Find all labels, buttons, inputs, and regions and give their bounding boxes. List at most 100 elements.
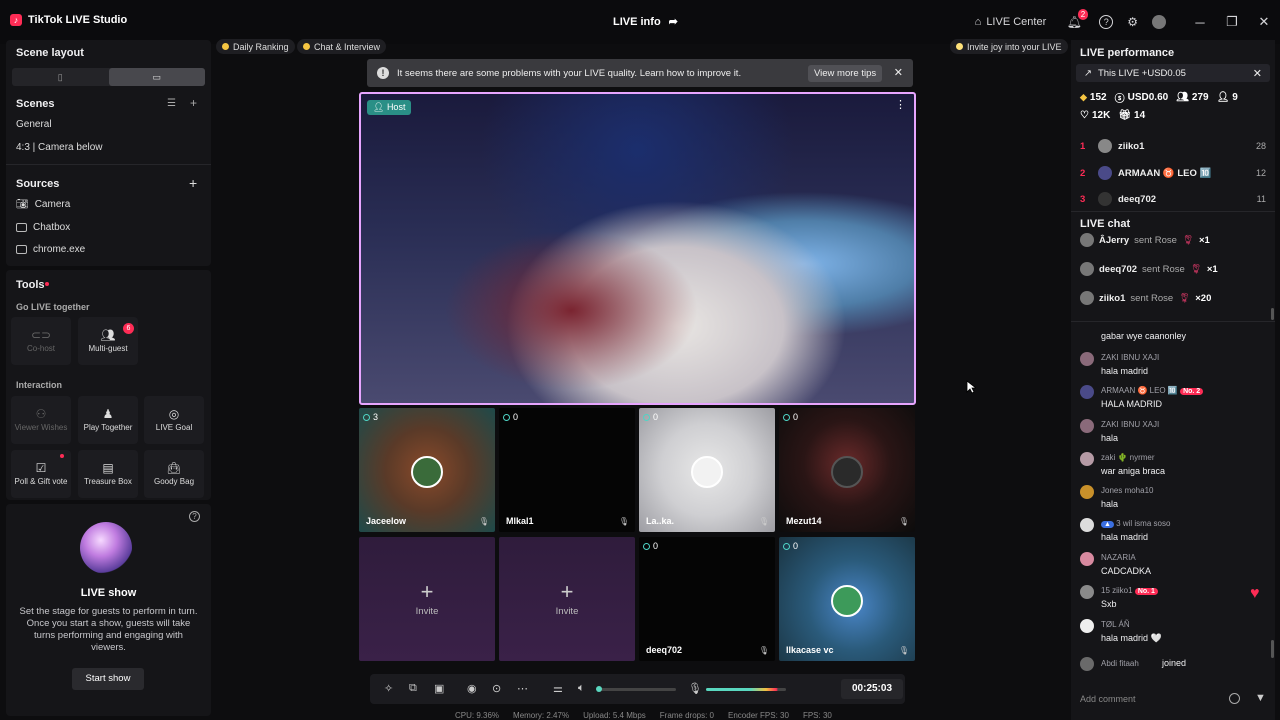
- live-info-button[interactable]: LIVE info ➦: [613, 15, 678, 29]
- mic-icon[interactable]: 🎙︎: [759, 517, 769, 526]
- invite-joy-pill[interactable]: Invite joy into your LIVE: [950, 39, 1068, 54]
- view-more-tips-button[interactable]: View more tips: [808, 65, 883, 82]
- chat-interview-pill[interactable]: Chat & Interview: [297, 39, 387, 54]
- rank-badge: No. 2: [1180, 388, 1204, 395]
- interaction-label: Interaction: [16, 380, 63, 390]
- help-icon[interactable]: ?: [1099, 15, 1114, 29]
- live-timer: 00:25:03: [841, 679, 903, 699]
- maximize-icon[interactable]: ❐: [1216, 14, 1248, 30]
- live-show-help-icon[interactable]: ?: [189, 511, 200, 522]
- start-show-button[interactable]: Start show: [72, 668, 144, 690]
- guest-count: 0: [503, 412, 518, 422]
- source-item-camera[interactable]: 📷︎ Camera: [16, 199, 70, 210]
- add-comment-input[interactable]: Add comment: [1076, 688, 1248, 710]
- rank-name: ARMAAN ♉ LEO 🔟: [1118, 167, 1212, 179]
- record-icon[interactable]: ◉: [467, 682, 477, 695]
- this-live-text: This LIVE +USD0.05: [1097, 67, 1186, 79]
- avatar: [1080, 585, 1094, 599]
- this-live-banner[interactable]: ↗ This LIVE +USD0.05 ✕: [1076, 64, 1270, 82]
- live-chat-title: LIVE chat: [1080, 218, 1131, 230]
- viewer-icon: [783, 413, 790, 421]
- filter-icon[interactable]: ▼: [1255, 692, 1266, 704]
- host-more-icon[interactable]: ⋮: [895, 98, 906, 111]
- play-together-tile[interactable]: ♟ Play Together: [78, 396, 138, 444]
- gift-user: deeq702: [1099, 263, 1138, 275]
- replay-icon[interactable]: ⊙: [492, 682, 501, 695]
- guest-tile[interactable]: 0 Mezut14 🎙︎: [779, 408, 915, 532]
- warning-icon: !: [377, 67, 389, 79]
- invite-slot[interactable]: + Invite: [359, 537, 495, 661]
- guest-count: 0: [783, 412, 798, 422]
- portrait-layout-button[interactable]: ▯: [12, 68, 109, 86]
- scene-item-camera-below[interactable]: 4:3 | Camera below: [16, 142, 103, 153]
- this-live-close-icon[interactable]: ✕: [1253, 67, 1262, 80]
- guest-tile[interactable]: 0 Ilkacase vc 🎙︎: [779, 537, 915, 661]
- gift-icon: 🎁︎: [1118, 110, 1132, 121]
- emoji-icon[interactable]: [1229, 693, 1240, 704]
- audio-settings-icon[interactable]: ⚌: [553, 682, 563, 695]
- cohost-tile[interactable]: ⊂⊃ Co-host: [11, 317, 71, 365]
- host-video[interactable]: 👤︎ Host ⋮: [359, 92, 916, 405]
- scene-item-general[interactable]: General: [16, 119, 52, 130]
- chat-text: hala madrid 🤍: [1101, 633, 1162, 643]
- ranking-row[interactable]: 3 deeq702 11: [1080, 192, 1266, 206]
- live-goal-tile[interactable]: ◎ LIVE Goal: [144, 396, 204, 444]
- treasure-box-tile[interactable]: ▤ Treasure Box: [78, 450, 138, 498]
- list-icon[interactable]: ☰: [167, 98, 176, 109]
- settings-gear-icon[interactable]: ⚙: [1127, 15, 1138, 29]
- live-center-button[interactable]: ⌂ LIVE Center: [975, 16, 1047, 28]
- add-scene-icon[interactable]: +: [190, 96, 197, 110]
- effects-wand-icon[interactable]: ✧: [384, 682, 393, 695]
- source-item-chatbox[interactable]: Chatbox: [16, 222, 70, 233]
- tools-title: Tools: [16, 279, 45, 291]
- chat-user: TØL ÁÑ: [1101, 620, 1130, 629]
- chat-scrollbar[interactable]: [1271, 640, 1274, 658]
- guest-tile[interactable]: 0 Mlkal1 🎙︎: [499, 408, 635, 532]
- gift-scrollbar[interactable]: [1271, 308, 1274, 320]
- mic-icon[interactable]: 🎙︎: [759, 646, 769, 655]
- mic-icon[interactable]: 🎙︎: [899, 646, 909, 655]
- chatbox-icon: [16, 223, 27, 232]
- guest-tile[interactable]: 0 La..ka. 🎙︎: [639, 408, 775, 532]
- screen-share-icon[interactable]: ⧉: [409, 682, 417, 695]
- daily-ranking-pill[interactable]: Daily Ranking: [216, 39, 295, 54]
- source-item-chrome[interactable]: chrome.exe: [16, 244, 85, 255]
- guest-avatar: [831, 585, 863, 617]
- live-performance-title: LIVE performance: [1080, 47, 1175, 59]
- volume-slider[interactable]: [598, 688, 676, 691]
- chat-text: joined: [1162, 658, 1187, 668]
- chat-user: ZAKI IBNU XAJI: [1101, 420, 1160, 429]
- close-icon[interactable]: ✕: [1248, 14, 1280, 30]
- guest-tile[interactable]: 3 Jaceelow 🎙︎: [359, 408, 495, 532]
- ranking-row[interactable]: 2 ARMAAN ♉ LEO 🔟 12: [1080, 166, 1266, 180]
- ranking-row[interactable]: 1 ziiko1 28: [1080, 139, 1266, 153]
- viewer-wishes-tile[interactable]: ⚇ Viewer Wishes: [11, 396, 71, 444]
- multiguest-label: Multi-guest: [88, 344, 128, 353]
- mic-level-meter[interactable]: [706, 688, 786, 691]
- add-source-icon[interactable]: +: [189, 175, 197, 191]
- live-show-panel: ? LIVE show Set the stage for guests to …: [6, 504, 211, 716]
- more-icon[interactable]: ⋯: [517, 682, 528, 695]
- guest-tile[interactable]: 0 deeq702 🎙︎: [639, 537, 775, 661]
- user-avatar[interactable]: [1152, 15, 1166, 29]
- invite-slot[interactable]: + Invite: [499, 537, 635, 661]
- mic-icon[interactable]: 🎙︎: [619, 517, 629, 526]
- gift-action: sent Rose: [1142, 263, 1185, 275]
- goody-bag-tile[interactable]: 👜︎ Goody Bag: [144, 450, 204, 498]
- microphone-icon[interactable]: 🎙︎: [688, 682, 702, 695]
- layout-icon[interactable]: ▣: [434, 682, 444, 695]
- volume-slider-handle[interactable]: [596, 686, 602, 692]
- trend-icon: ↗: [1084, 67, 1092, 79]
- avatar: [1080, 385, 1094, 399]
- mic-icon[interactable]: 🎙︎: [479, 517, 489, 526]
- alert-close-icon[interactable]: ✕: [894, 66, 903, 79]
- chat-message: NAZARIA CADCADKA: [1080, 552, 1270, 582]
- landscape-layout-button[interactable]: ▭: [108, 68, 205, 86]
- mic-icon[interactable]: 🎙︎: [899, 517, 909, 526]
- speaker-icon[interactable]: 🔈︎: [578, 682, 585, 695]
- chat-user-name: 3 wil isma soso: [1116, 519, 1171, 528]
- chat-message: ZAKI IBNU XAJI hala madrid: [1080, 352, 1270, 382]
- notifications-button[interactable]: 🔔︎ 2: [1064, 9, 1089, 29]
- minimize-icon[interactable]: ─: [1184, 15, 1216, 30]
- chat-interview-label: Chat & Interview: [314, 41, 381, 52]
